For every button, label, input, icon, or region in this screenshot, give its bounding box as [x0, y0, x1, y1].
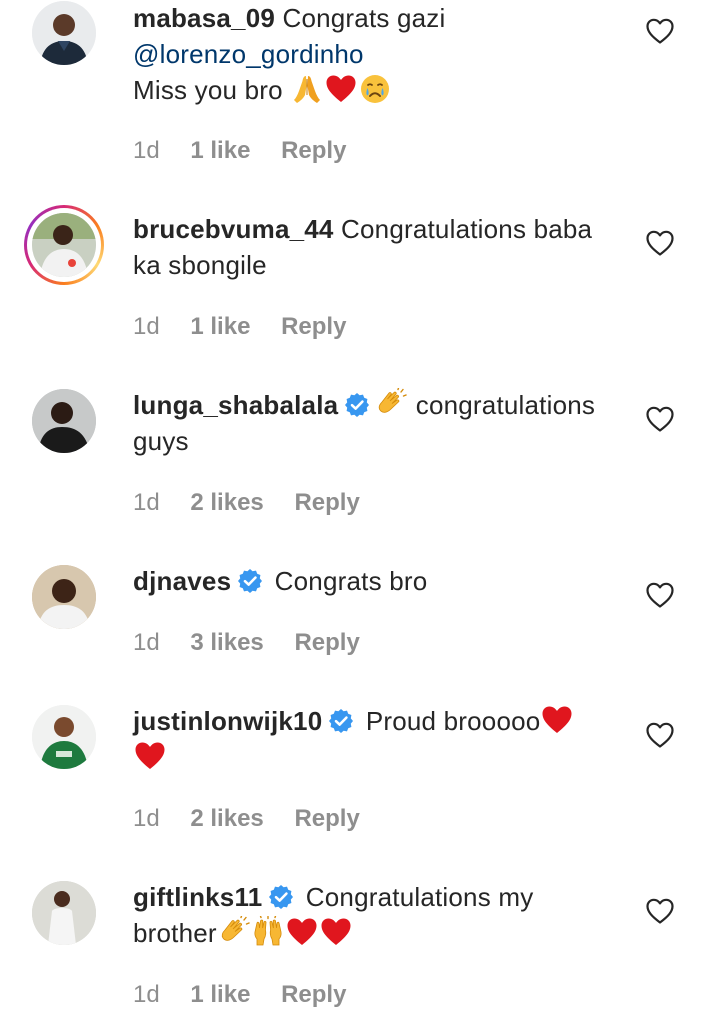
comment-body: Proud brooooo [365, 706, 541, 736]
avatar-image [32, 213, 96, 277]
clapping-hands-emoji [218, 916, 250, 948]
avatar [32, 213, 96, 277]
folded-hands-emoji [291, 73, 323, 105]
verified-badge-icon [328, 708, 354, 734]
crying-face-emoji [359, 73, 391, 105]
comment-item: djnaves Congrats bro 1d 3 likes Reply [0, 548, 720, 672]
comment-time: 1d [133, 981, 160, 1008]
like-heart-icon[interactable] [646, 406, 674, 432]
comment-text: giftlinks11 Congratulations my brother [133, 879, 623, 951]
comment-username[interactable]: justinlonwijk10 [133, 706, 322, 736]
comment-item: justinlonwijk10 Proud brooooo 1d 2 likes… [0, 688, 720, 848]
comment-item: brucebvuma_44 Congratulations baba ka sb… [0, 196, 720, 356]
comment-meta: 1d 1 like Reply [133, 981, 346, 1009]
comment-likes[interactable]: 1 like [190, 981, 250, 1009]
comment-body-line2: guys [133, 426, 189, 456]
like-heart-icon[interactable] [646, 898, 674, 924]
mention-link[interactable]: @lorenzo_gordinho [133, 39, 364, 69]
reply-button[interactable]: Reply [294, 805, 359, 833]
comment-body-line2: ka sbongile [133, 250, 267, 280]
comment-body: Congratulations baba [341, 214, 593, 244]
comment-likes[interactable]: 1 like [190, 313, 250, 341]
verified-badge-icon [344, 392, 370, 418]
reply-button[interactable]: Reply [281, 981, 346, 1009]
comment-time: 1d [133, 629, 160, 656]
comment-username[interactable]: lunga_shabalala [133, 390, 338, 420]
story-ring[interactable] [24, 205, 104, 285]
comment-text: djnaves Congrats bro [133, 563, 623, 599]
reply-button[interactable]: Reply [294, 489, 359, 517]
comment-time: 1d [133, 805, 160, 832]
avatar-image [32, 881, 96, 945]
comment-body: congratulations [415, 390, 596, 420]
comment-body: Congrats gazi [282, 3, 446, 33]
red-heart-emoji [541, 704, 573, 736]
red-heart-emoji [286, 916, 318, 948]
comment-item: lunga_shabalala congratulations guys 1d … [0, 372, 720, 532]
like-heart-icon[interactable] [646, 722, 674, 748]
comment-likes[interactable]: 2 likes [190, 805, 263, 833]
comment-time: 1d [133, 489, 160, 516]
red-heart-emoji [325, 73, 357, 105]
comment-username[interactable]: mabasa_09 [133, 3, 275, 33]
reply-button[interactable]: Reply [281, 137, 346, 165]
verified-badge-icon [268, 884, 294, 910]
comment-likes[interactable]: 1 like [190, 137, 250, 165]
raising-hands-emoji [252, 916, 284, 948]
red-heart-emoji [134, 740, 166, 772]
comment-text: lunga_shabalala congratulations guys [133, 387, 623, 459]
reply-button[interactable]: Reply [294, 629, 359, 657]
comment-item: giftlinks11 Congratulations my brother 1… [0, 864, 720, 1008]
avatar[interactable] [32, 565, 96, 629]
comment-time: 1d [133, 137, 160, 164]
comment-meta: 1d 1 like Reply [133, 313, 346, 341]
comment-meta: 1d 1 like Reply [133, 137, 346, 165]
comment-body-tail: Miss you bro [133, 75, 283, 105]
reply-button[interactable]: Reply [281, 313, 346, 341]
avatar-image [32, 565, 96, 629]
avatar[interactable] [32, 389, 96, 453]
clapping-hands-emoji [375, 388, 407, 420]
comment-text: brucebvuma_44 Congratulations baba ka sb… [133, 211, 623, 283]
comment-text: justinlonwijk10 Proud brooooo [133, 703, 623, 775]
avatar-image [32, 1, 96, 65]
avatar[interactable] [32, 881, 96, 945]
comment-item: mabasa_09 Congrats gazi @lorenzo_gordinh… [0, 0, 720, 176]
comment-time: 1d [133, 313, 160, 340]
comment-username[interactable]: brucebvuma_44 [133, 214, 334, 244]
comment-likes[interactable]: 2 likes [190, 489, 263, 517]
avatar[interactable] [32, 1, 96, 65]
avatar-image [32, 389, 96, 453]
comment-meta: 1d 2 likes Reply [133, 805, 360, 833]
comment-likes[interactable]: 3 likes [190, 629, 263, 657]
like-heart-icon[interactable] [646, 230, 674, 256]
comment-body-line2: brother [133, 918, 217, 948]
avatar-image [32, 705, 96, 769]
comment-meta: 1d 2 likes Reply [133, 489, 360, 517]
comment-username[interactable]: djnaves [133, 566, 231, 596]
comment-body: Congrats bro [274, 566, 428, 596]
comment-body: Congratulations my [305, 882, 534, 912]
comment-text: mabasa_09 Congrats gazi @lorenzo_gordinh… [133, 0, 623, 108]
comment-username[interactable]: giftlinks11 [133, 882, 262, 912]
verified-badge-icon [237, 568, 263, 594]
comment-meta: 1d 3 likes Reply [133, 629, 360, 657]
like-heart-icon[interactable] [646, 18, 674, 44]
red-heart-emoji [320, 916, 352, 948]
like-heart-icon[interactable] [646, 582, 674, 608]
avatar[interactable] [32, 705, 96, 769]
